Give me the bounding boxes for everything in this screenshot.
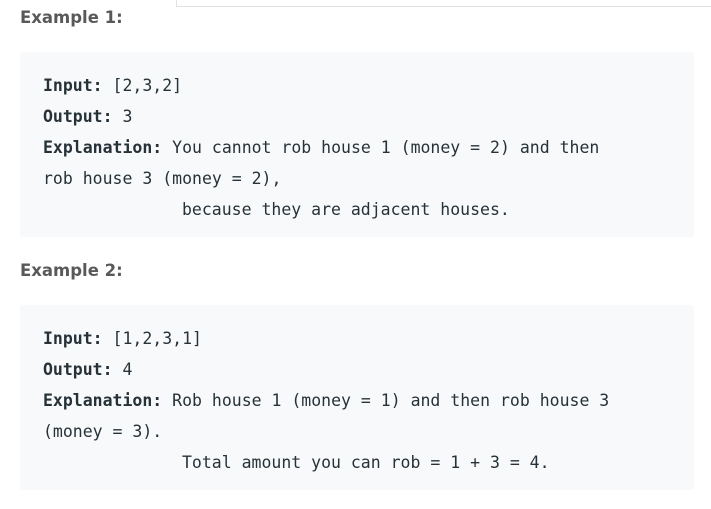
output-label: Output:: [43, 360, 113, 379]
example-2-explanation-continuation: (money = 3).: [43, 422, 163, 441]
example-1-input-line: Input: [2,3,2]: [43, 70, 684, 101]
top-divider: [176, 0, 711, 7]
input-label: Input:: [43, 76, 103, 95]
input-value: [1,2,3,1]: [102, 329, 202, 348]
input-value: [2,3,2]: [102, 76, 183, 95]
example-2-heading: Example 2:: [20, 261, 123, 280]
output-label: Output:: [43, 107, 113, 126]
example-2-output-line: Output: 4: [43, 354, 684, 385]
example-2-explanation-indented: Total amount you can rob = 1 + 3 = 4.: [182, 453, 550, 472]
example-2-code-block: Input: [1,2,3,1] Output: 4 Explanation: …: [20, 305, 694, 490]
example-2-input-line: Input: [1,2,3,1]: [43, 323, 684, 354]
output-value: 4: [112, 360, 133, 379]
input-label: Input:: [43, 329, 103, 348]
explanation-text: You cannot rob house 1 (money = 2) and t…: [162, 138, 600, 157]
output-value: 3: [112, 107, 133, 126]
example-1-output-line: Output: 3: [43, 101, 684, 132]
example-1-explanation-indented: because they are adjacent houses.: [182, 200, 510, 219]
example-1-heading: Example 1:: [20, 8, 123, 27]
explanation-label: Explanation:: [43, 138, 163, 157]
example-1-code-block: Input: [2,3,2] Output: 3 Explanation: Yo…: [20, 52, 694, 237]
example-1-explanation-continuation: rob house 3 (money = 2),: [43, 169, 282, 188]
example-1-explanation-line: Explanation: You cannot rob house 1 (mon…: [43, 132, 684, 163]
example-2-explanation-line: Explanation: Rob house 1 (money = 1) and…: [43, 385, 684, 416]
explanation-text: Rob house 1 (money = 1) and then rob hou…: [162, 391, 610, 410]
explanation-label: Explanation:: [43, 391, 163, 410]
